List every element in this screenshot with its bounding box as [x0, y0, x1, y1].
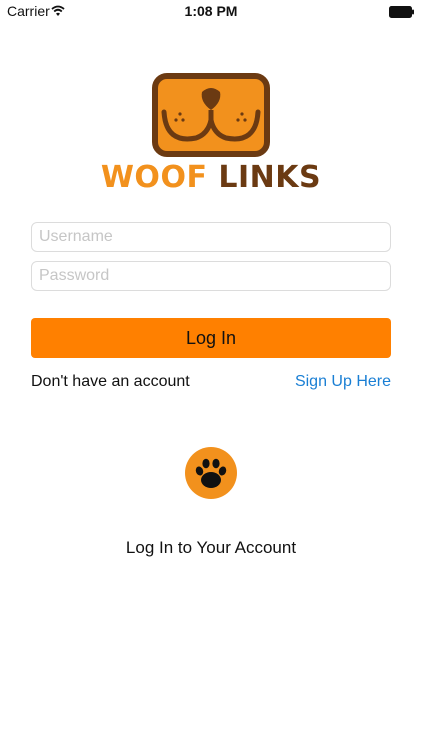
password-input[interactable] — [31, 261, 391, 291]
logo-wordmark: WOOF LINKS — [0, 160, 422, 195]
login-caption: Log In to Your Account — [125, 538, 297, 557]
paw-icon — [185, 447, 237, 499]
logo-word-woof: WOOF — [100, 160, 208, 195]
app-logo: WOOF LINKS — [0, 66, 422, 196]
login-button[interactable]: Log In — [31, 318, 391, 358]
clock: 1:08 PM — [184, 3, 238, 19]
dog-face-icon — [150, 72, 272, 163]
username-input[interactable] — [31, 222, 391, 252]
status-bar: Carrier 1:08 PM — [0, 0, 422, 24]
sign-up-link[interactable]: Sign Up Here — [295, 373, 391, 391]
no-account-label: Don't have an account — [31, 373, 190, 390]
logo-word-links: LINKS — [218, 160, 322, 195]
battery-icon — [389, 5, 415, 21]
